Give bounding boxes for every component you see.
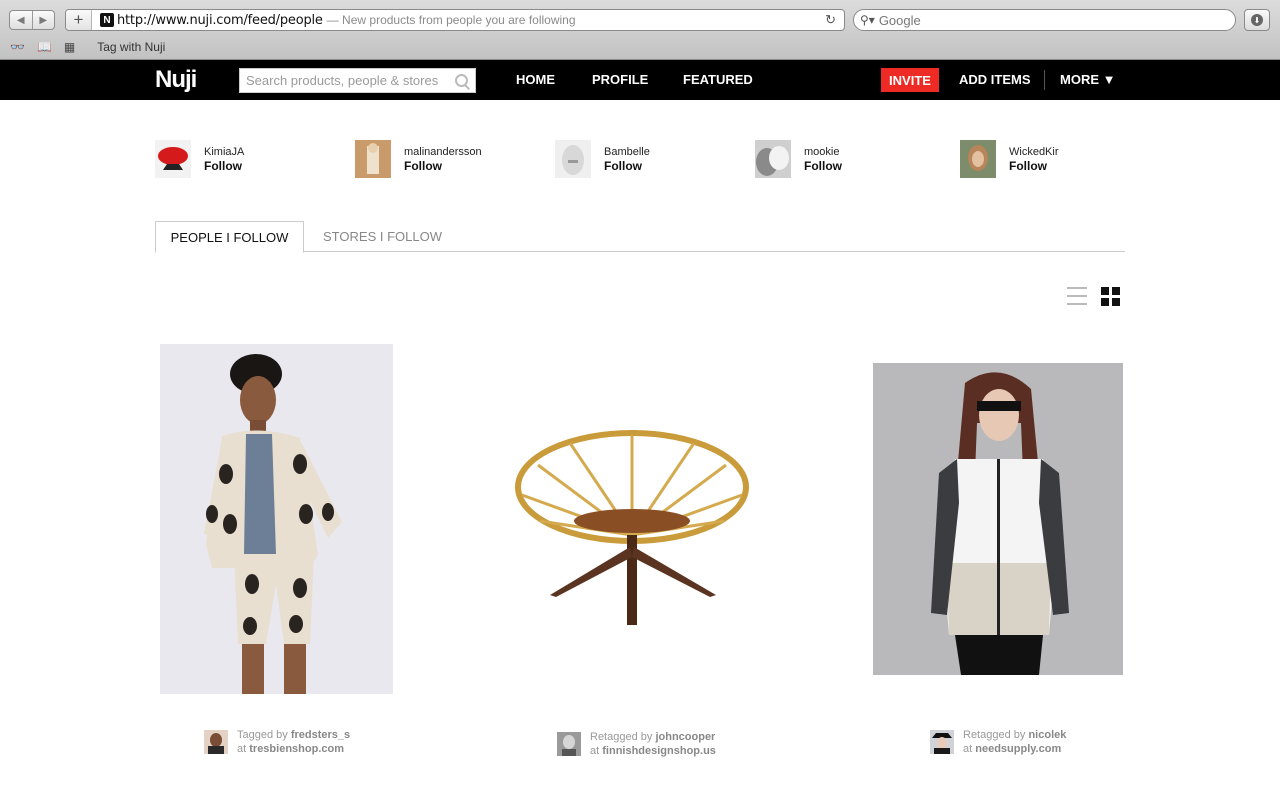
more-menu[interactable]: MORE ▼ xyxy=(1060,72,1115,87)
tab-stores-i-follow[interactable]: STORES I FOLLOW xyxy=(304,221,461,252)
product-image[interactable] xyxy=(873,363,1123,675)
tab-people-i-follow[interactable]: PEOPLE I FOLLOW xyxy=(155,221,304,253)
browser-search-placeholder: Google xyxy=(878,12,921,28)
suggested-username[interactable]: WickedKir xyxy=(1009,145,1059,159)
suggested-user: KimiaJA Follow xyxy=(155,140,244,178)
add-items-link[interactable]: ADD ITEMS xyxy=(959,72,1031,87)
attribution-store[interactable]: finnishdesignshop.us xyxy=(602,745,716,757)
back-icon[interactable]: ◀ xyxy=(10,11,33,29)
attribution-at: at xyxy=(963,743,973,755)
forward-icon[interactable]: ▶ xyxy=(33,11,55,29)
follow-button[interactable]: Follow xyxy=(804,159,842,173)
invite-button[interactable]: INVITE xyxy=(881,68,939,92)
feed-tabs: PEOPLE I FOLLOW STORES I FOLLOW xyxy=(155,221,1125,253)
product-attribution: Tagged by fredsters_s at tresbienshop.co… xyxy=(204,728,350,756)
bookmarks-bar: 👓 📖 ▦ Tag with Nuji xyxy=(10,38,165,56)
follow-button[interactable]: Follow xyxy=(204,159,244,173)
avatar[interactable] xyxy=(155,140,191,178)
suggested-username[interactable]: malinandersson xyxy=(404,145,482,159)
bookmark-tag-with-nuji[interactable]: Tag with Nuji xyxy=(97,40,165,54)
attribution-user[interactable]: johncooper xyxy=(655,731,715,743)
follow-button[interactable]: Follow xyxy=(604,159,650,173)
site-logo[interactable]: Nuji xyxy=(155,66,197,94)
back-forward-buttons[interactable]: ◀ ▶ xyxy=(9,10,55,30)
attribution-at: at xyxy=(590,745,600,757)
search-icon[interactable] xyxy=(455,73,469,88)
product-attribution: Retagged by johncooper at finnishdesigns… xyxy=(557,730,716,758)
follow-button[interactable]: Follow xyxy=(1009,159,1059,173)
product-photo-chair xyxy=(510,425,755,630)
add-bookmark-icon[interactable]: + xyxy=(66,10,92,30)
user-thumbnail[interactable] xyxy=(204,730,228,754)
attribution-user[interactable]: nicolek xyxy=(1028,729,1066,741)
reading-list-icon[interactable]: 👓 xyxy=(10,40,25,54)
page-title: — New products from people you are follo… xyxy=(326,13,576,27)
bookmarks-icon[interactable]: 📖 xyxy=(37,40,52,54)
downloads-button[interactable]: ⬇ xyxy=(1244,9,1270,31)
attribution-verb: Retagged by xyxy=(590,731,653,743)
reload-icon[interactable]: ↻ xyxy=(825,12,836,28)
nav-featured[interactable]: FEATURED xyxy=(683,72,753,87)
site-search-box[interactable] xyxy=(239,68,476,93)
product-photo-blouse xyxy=(873,363,1123,675)
suggested-username[interactable]: Bambelle xyxy=(604,145,650,159)
avatar[interactable] xyxy=(960,140,996,178)
browser-chrome: ◀ ▶ + N http://www.nuji.com/feed/people … xyxy=(0,0,1280,60)
suggested-username[interactable]: mookie xyxy=(804,145,842,159)
suggested-user: mookie Follow xyxy=(755,140,842,178)
site-search-input[interactable] xyxy=(246,73,455,88)
avatar[interactable] xyxy=(755,140,791,178)
site-favicon: N xyxy=(100,13,114,27)
nav-profile[interactable]: PROFILE xyxy=(592,72,648,87)
product-image[interactable] xyxy=(510,425,755,630)
follow-button[interactable]: Follow xyxy=(404,159,482,173)
product-attribution: Retagged by nicolek at needsupply.com xyxy=(930,728,1066,756)
browser-search-field[interactable]: ⚲▾ Google xyxy=(853,9,1236,31)
nav-divider xyxy=(1044,70,1045,90)
avatar[interactable] xyxy=(355,140,391,178)
suggested-user: malinandersson Follow xyxy=(355,140,482,178)
attribution-store[interactable]: tresbienshop.com xyxy=(249,743,344,755)
site-header: Nuji HOME PROFILE FEATURED INVITE ADD IT… xyxy=(0,60,1280,100)
user-thumbnail[interactable] xyxy=(930,730,954,754)
list-view-icon[interactable] xyxy=(1067,287,1087,305)
nav-home[interactable]: HOME xyxy=(516,72,555,87)
top-sites-icon[interactable]: ▦ xyxy=(64,40,75,54)
user-thumbnail[interactable] xyxy=(557,732,581,756)
attribution-verb: Retagged by xyxy=(963,729,1026,741)
product-image[interactable] xyxy=(160,344,393,694)
attribution-store[interactable]: needsupply.com xyxy=(975,743,1061,755)
download-icon: ⬇ xyxy=(1251,14,1263,26)
address-bar[interactable]: + N http://www.nuji.com/feed/people — Ne… xyxy=(65,9,845,31)
url-text[interactable]: http://www.nuji.com/feed/people xyxy=(117,13,323,28)
search-icon: ⚲▾ xyxy=(860,13,875,27)
avatar[interactable] xyxy=(555,140,591,178)
attribution-verb: Tagged by xyxy=(237,729,288,741)
grid-view-icon[interactable] xyxy=(1101,287,1121,307)
suggested-user: Bambelle Follow xyxy=(555,140,650,178)
attribution-at: at xyxy=(237,743,247,755)
product-photo-paisley-suit xyxy=(160,344,393,694)
suggested-username[interactable]: KimiaJA xyxy=(204,145,244,159)
attribution-user[interactable]: fredsters_s xyxy=(291,729,350,741)
suggested-user: WickedKir Follow xyxy=(960,140,1059,178)
